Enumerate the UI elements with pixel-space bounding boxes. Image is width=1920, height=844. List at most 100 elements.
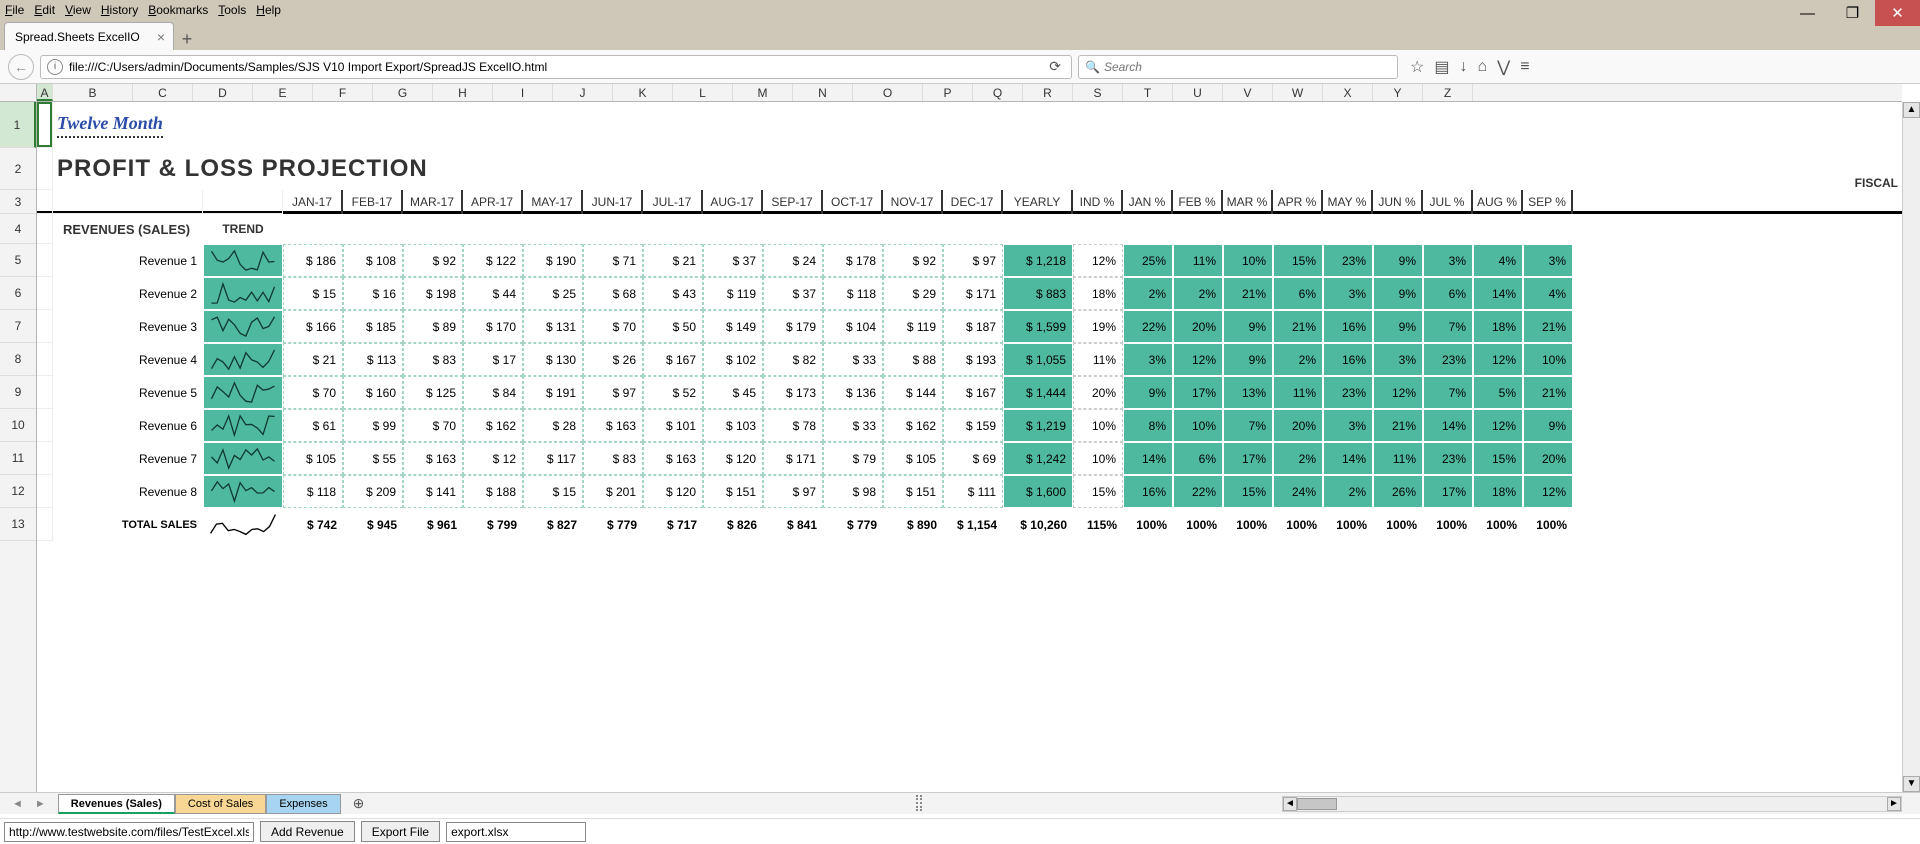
month-header-APR17[interactable]: APR-17 <box>463 190 523 214</box>
revenue-1-pct6[interactable]: 9% <box>1373 244 1423 277</box>
cell-A7[interactable] <box>37 310 53 343</box>
menu-file[interactable]: File <box>5 3 24 17</box>
revenue-8-pct1[interactable]: 16% <box>1123 475 1173 508</box>
revenue-3-pct8[interactable]: 18% <box>1473 310 1523 343</box>
revenue-8-yearly[interactable]: $ 1,600 <box>1003 475 1073 508</box>
col-header-U[interactable]: U <box>1173 84 1223 101</box>
revenue-1-pct2[interactable]: 11% <box>1173 244 1223 277</box>
revenue-7-pct1[interactable]: 14% <box>1123 442 1173 475</box>
library-icon[interactable]: ▤ <box>1434 57 1449 77</box>
total-m7[interactable]: $ 717 <box>643 508 703 541</box>
revenue-3-m6[interactable]: $ 70 <box>583 310 643 343</box>
total-m12[interactable]: $ 1,154 <box>943 508 1003 541</box>
revenue-7-pct7[interactable]: 23% <box>1423 442 1473 475</box>
col-header-Z[interactable]: Z <box>1423 84 1473 101</box>
revenue-3-m4[interactable]: $ 170 <box>463 310 523 343</box>
col-header-R[interactable]: R <box>1023 84 1073 101</box>
grid[interactable]: Twelve MonthPROFIT & LOSS PROJECTIONFISC… <box>37 102 1902 792</box>
revenue-7-pct6[interactable]: 11% <box>1373 442 1423 475</box>
revenue-1-pct9[interactable]: 3% <box>1523 244 1573 277</box>
revenue-5-pct9[interactable]: 21% <box>1523 376 1573 409</box>
month-header-AUG[interactable]: AUG % <box>1473 190 1523 214</box>
revenue-3-m9[interactable]: $ 179 <box>763 310 823 343</box>
cell-B2[interactable]: PROFIT & LOSS PROJECTION <box>53 148 1453 190</box>
menu-history[interactable]: History <box>101 3 138 17</box>
revenue-1-m12[interactable]: $ 97 <box>943 244 1003 277</box>
tab-scroll-split[interactable] <box>916 795 922 811</box>
revenue-2-pct5[interactable]: 3% <box>1323 277 1373 310</box>
downloads-icon[interactable]: ↓ <box>1459 58 1467 76</box>
revenue-8-m11[interactable]: $ 151 <box>883 475 943 508</box>
cell-C3[interactable] <box>203 190 283 214</box>
total-pct9[interactable]: 100% <box>1523 508 1573 541</box>
revenue-5-m4[interactable]: $ 84 <box>463 376 523 409</box>
revenue-3-ind[interactable]: 19% <box>1073 310 1123 343</box>
revenue-4-m4[interactable]: $ 17 <box>463 343 523 376</box>
revenue-6-pct3[interactable]: 7% <box>1223 409 1273 442</box>
col-header-D[interactable]: D <box>193 84 253 101</box>
revenue-2-pct1[interactable]: 2% <box>1123 277 1173 310</box>
revenue-2-m8[interactable]: $ 119 <box>703 277 763 310</box>
sheet-tab-cost-of-sales[interactable]: Cost of Sales <box>175 794 266 814</box>
revenue-1-ind[interactable]: 12% <box>1073 244 1123 277</box>
url-box[interactable]: i ⟳ <box>40 55 1072 79</box>
revenue-7-m7[interactable]: $ 163 <box>643 442 703 475</box>
revenue-7-pct9[interactable]: 20% <box>1523 442 1573 475</box>
month-header-FEB[interactable]: FEB % <box>1173 190 1223 214</box>
revenue-label-7[interactable]: Revenue 7 <box>53 442 203 475</box>
revenue-2-yearly[interactable]: $ 883 <box>1003 277 1073 310</box>
col-header-B[interactable]: B <box>53 84 133 101</box>
minimize-button[interactable]: — <box>1785 0 1830 26</box>
revenue-3-yearly[interactable]: $ 1,599 <box>1003 310 1073 343</box>
revenue-4-pct1[interactable]: 3% <box>1123 343 1173 376</box>
revenue-8-m12[interactable]: $ 111 <box>943 475 1003 508</box>
month-header-YEARLY[interactable]: YEARLY <box>1003 190 1073 214</box>
revenue-1-pct3[interactable]: 10% <box>1223 244 1273 277</box>
revenue-4-pct7[interactable]: 23% <box>1423 343 1473 376</box>
revenue-6-m8[interactable]: $ 103 <box>703 409 763 442</box>
revenue-1-pct1[interactable]: 25% <box>1123 244 1173 277</box>
new-tab-button[interactable]: + <box>174 29 200 50</box>
revenue-6-m3[interactable]: $ 70 <box>403 409 463 442</box>
month-header-NOV17[interactable]: NOV-17 <box>883 190 943 214</box>
reload-icon[interactable]: ⟳ <box>1045 58 1065 75</box>
site-info-icon[interactable]: i <box>47 59 63 75</box>
month-header-MAR[interactable]: MAR % <box>1223 190 1273 214</box>
revenue-1-m3[interactable]: $ 92 <box>403 244 463 277</box>
row-header-8[interactable]: 8 <box>0 343 36 376</box>
revenue-2-pct6[interactable]: 9% <box>1373 277 1423 310</box>
pocket-icon[interactable]: ⋁ <box>1497 57 1510 77</box>
col-header-V[interactable]: V <box>1223 84 1273 101</box>
revenue-5-pct7[interactable]: 7% <box>1423 376 1473 409</box>
total-m11[interactable]: $ 890 <box>883 508 943 541</box>
col-header-F[interactable]: F <box>313 84 373 101</box>
revenue-5-pct5[interactable]: 23% <box>1323 376 1373 409</box>
revenue-7-m9[interactable]: $ 171 <box>763 442 823 475</box>
revenue-6-ind[interactable]: 10% <box>1073 409 1123 442</box>
col-header-P[interactable]: P <box>923 84 973 101</box>
revenue-1-pct4[interactable]: 15% <box>1273 244 1323 277</box>
col-header-T[interactable]: T <box>1123 84 1173 101</box>
total-m1[interactable]: $ 742 <box>283 508 343 541</box>
menubar[interactable]: FileEditViewHistoryBookmarksToolsHelp <box>0 0 1920 20</box>
total-m5[interactable]: $ 827 <box>523 508 583 541</box>
import-url-input[interactable] <box>4 822 254 842</box>
month-header-JAN[interactable]: JAN % <box>1123 190 1173 214</box>
revenue-3-m12[interactable]: $ 187 <box>943 310 1003 343</box>
revenue-8-m5[interactable]: $ 15 <box>523 475 583 508</box>
revenue-label-1[interactable]: Revenue 1 <box>53 244 203 277</box>
revenue-4-m12[interactable]: $ 193 <box>943 343 1003 376</box>
revenue-5-m10[interactable]: $ 136 <box>823 376 883 409</box>
row-header-10[interactable]: 10 <box>0 409 36 442</box>
revenue-4-pct9[interactable]: 10% <box>1523 343 1573 376</box>
revenue-5-m6[interactable]: $ 97 <box>583 376 643 409</box>
revenue-6-pct2[interactable]: 10% <box>1173 409 1223 442</box>
revenue-3-m2[interactable]: $ 185 <box>343 310 403 343</box>
col-header-H[interactable]: H <box>433 84 493 101</box>
revenue-8-m3[interactable]: $ 141 <box>403 475 463 508</box>
menu-help[interactable]: Help <box>256 3 281 17</box>
row-header-12[interactable]: 12 <box>0 475 36 508</box>
revenue-2-m9[interactable]: $ 37 <box>763 277 823 310</box>
total-pct1[interactable]: 100% <box>1123 508 1173 541</box>
row-header-3[interactable]: 3 <box>0 190 36 214</box>
